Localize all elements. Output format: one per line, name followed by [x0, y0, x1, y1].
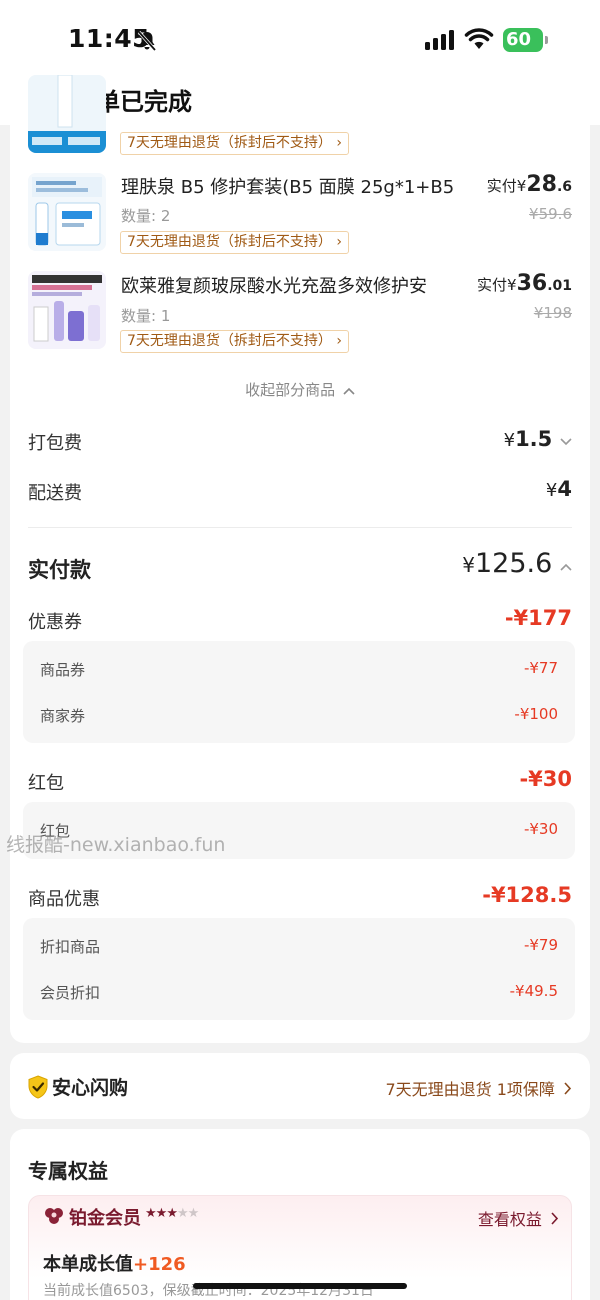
assurance-title: 安心闪购	[52, 1077, 129, 1099]
order-growth-value: 本单成长值+126	[43, 1254, 186, 1275]
product-original-price: ¥198	[533, 304, 572, 322]
total-paid-value[interactable]: ¥125.6	[462, 548, 572, 579]
home-indicator[interactable]	[193, 1283, 407, 1289]
view-rights-link[interactable]: 查看权益	[478, 1206, 559, 1230]
product-discount-value: -¥128.5	[482, 883, 572, 907]
rights-title: 专属权益	[28, 1159, 108, 1183]
star-icon: ★	[187, 1206, 200, 1221]
coupon-item-label: 商品券	[40, 661, 86, 679]
packing-fee-label: 打包费	[28, 433, 82, 454]
red-packet-value: -¥30	[519, 767, 572, 791]
member-level: 铂金会员	[69, 1208, 141, 1229]
product-quantity: 数量: 2	[121, 207, 171, 225]
product-thumbnail[interactable]	[28, 173, 106, 251]
delivery-fee-label: 配送费	[28, 483, 82, 504]
product-discount-label: 商品优惠	[28, 889, 100, 910]
product-original-price: ¥59.6	[529, 205, 572, 223]
discount-item-label: 折扣商品	[40, 938, 101, 956]
star-icon: ★	[176, 1206, 189, 1221]
wifi-icon	[464, 28, 494, 49]
chevron-up-icon	[343, 387, 355, 395]
assurance-card[interactable]: 安心闪购 7天无理由退货 1项保障	[10, 1053, 590, 1119]
return-policy-tag[interactable]: 7天无理由退货（拆封后不支持） ›	[120, 231, 349, 254]
discount-item-value: -¥49.5	[509, 982, 558, 1000]
chevron-down-icon	[560, 438, 572, 446]
product-paid-price: 实付¥28.6	[486, 172, 572, 197]
coupon-item-value: -¥77	[523, 659, 558, 677]
shield-check-icon	[28, 1075, 48, 1099]
star-icon: ★	[155, 1206, 168, 1221]
chevron-up-icon	[560, 563, 572, 571]
product-paid-price: 实付¥36.01	[477, 271, 572, 296]
product-name[interactable]: 欧莱雅复颜玻尿酸水光充盈多效修护安	[121, 272, 461, 298]
red-packet-label: 红包	[28, 773, 64, 794]
divider	[28, 527, 572, 528]
battery-icon: 60	[503, 28, 548, 52]
return-policy-tag[interactable]: 7天无理由退货（拆封后不支持） ›	[120, 132, 349, 155]
bell-muted-icon	[137, 30, 157, 52]
star-icon: ★	[145, 1206, 157, 1221]
signal-icon	[425, 30, 454, 50]
discount-item-label: 会员折扣	[40, 984, 101, 1002]
return-policy-tag[interactable]: 7天无理由退货（拆封后不支持） ›	[120, 330, 349, 353]
coupon-label: 优惠券	[28, 612, 82, 633]
product-thumbnail[interactable]	[28, 271, 106, 349]
product-quantity: 数量: 1	[121, 307, 171, 325]
coupon-item-label: 商家券	[40, 707, 86, 725]
product-discount-breakdown: 折扣商品 -¥79 会员折扣 -¥49.5	[23, 918, 575, 1020]
exclusive-rights-card: 专属权益 铂金会员 ★★★★★ 查看权益 本单成长值+126 当前成长值6503…	[10, 1129, 590, 1300]
chevron-right-icon	[564, 1082, 572, 1095]
status-bar: 11:45 60	[0, 0, 600, 70]
discount-item-value: -¥79	[523, 936, 558, 954]
star-icon: ★	[166, 1206, 178, 1221]
coupon-breakdown: 商品券 -¥77 商家券 -¥100	[23, 641, 575, 743]
product-thumbnail[interactable]	[28, 75, 106, 153]
member-flower-icon	[45, 1208, 63, 1224]
product-name[interactable]: 理肤泉 B5 修护套装(B5 面膜 25g*1+B5	[121, 173, 461, 199]
watermark-text: 线报酷-new.xianbao.fun	[6, 834, 226, 856]
order-detail-card: 7天无理由退货（拆封后不支持） › 理肤泉 B5 修护套装(B5 面膜 25g*…	[10, 75, 590, 1043]
coupon-item-value: -¥100	[514, 705, 558, 723]
collapse-products-button[interactable]: 收起部分商品	[10, 379, 590, 400]
member-star-rating: ★★★★★	[145, 1206, 200, 1221]
battery-level: 60	[506, 29, 532, 50]
coupon-value: -¥177	[504, 606, 572, 630]
assurance-detail-link[interactable]: 7天无理由退货 1项保障	[385, 1076, 572, 1100]
chevron-right-icon	[551, 1212, 559, 1225]
total-paid-label: 实付款	[28, 558, 91, 582]
delivery-fee-value: ¥4	[545, 477, 572, 501]
packing-fee-value[interactable]: ¥1.5	[504, 427, 572, 451]
red-packet-item-value: -¥30	[523, 820, 558, 838]
